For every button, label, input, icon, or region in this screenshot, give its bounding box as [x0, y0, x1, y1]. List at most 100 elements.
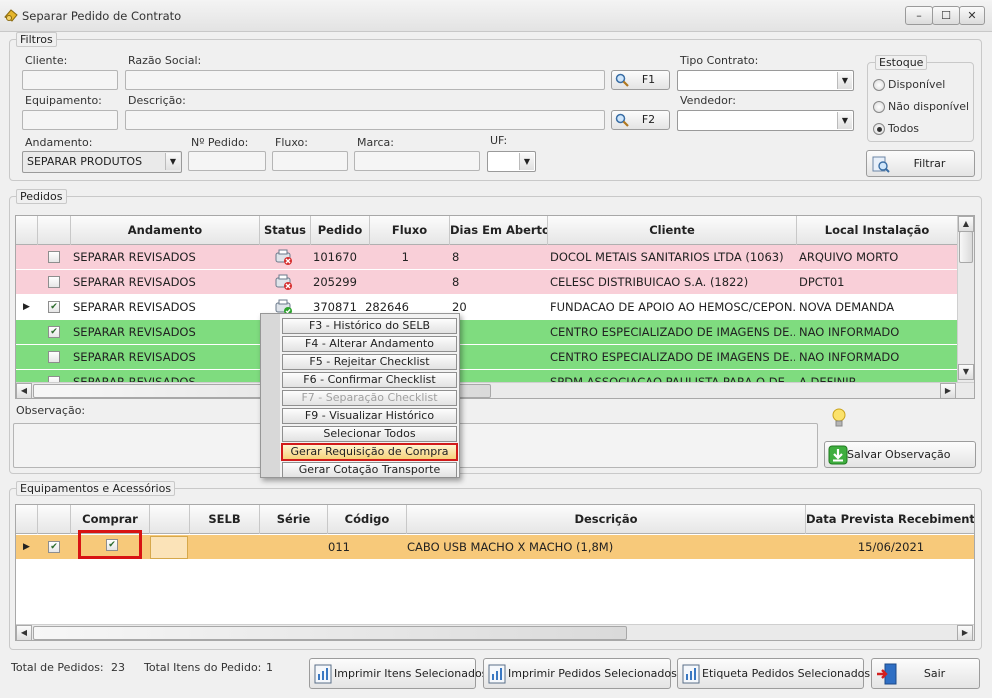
chevron-down-icon: ▼ [837, 72, 852, 89]
menu-item[interactable]: F5 - Rejeitar Checklist [282, 354, 457, 370]
pedidos-vscroll[interactable]: ▲ ▼ [957, 216, 974, 382]
todos-label: Todos [888, 122, 920, 135]
menu-item[interactable]: F3 - Histórico do SELB [282, 318, 457, 334]
scroll-right-icon[interactable]: ▶ [940, 383, 956, 398]
equipamentos-hscroll[interactable]: ◀ ▶ [16, 624, 974, 640]
col-codigo[interactable]: Código [328, 505, 407, 534]
scroll-down-icon[interactable]: ▼ [958, 364, 974, 380]
menu-item[interactable]: Selecionar Todos [282, 426, 457, 442]
imprimir-itens-button[interactable]: Imprimir Itens Selecionados [309, 658, 487, 689]
menu-item[interactable]: F6 - Confirmar Checklist [282, 372, 457, 388]
imprimir-pedidos-button[interactable]: Imprimir Pedidos Selecionados [483, 658, 677, 689]
status-icon[interactable] [274, 273, 294, 293]
descricao-label: Descrição: [128, 94, 186, 107]
scroll-left-icon[interactable]: ◀ [16, 625, 32, 640]
estoque-todos[interactable]: Todos [873, 122, 919, 135]
row-checkbox[interactable]: ✔ [48, 301, 60, 313]
tipo-contrato-label: Tipo Contrato: [680, 54, 759, 67]
total-itens-value: 1 [266, 661, 273, 674]
col-status[interactable]: Status [260, 216, 311, 245]
radio-icon [873, 79, 885, 91]
menu-item[interactable]: Gerar Cotação Transporte [282, 462, 457, 478]
total-pedidos-label: Total de Pedidos: [11, 661, 104, 674]
table-row[interactable]: ▶ ✔ 011 CABO USB MACHO X MACHO (1,8M) 15… [16, 535, 974, 560]
scroll-right-icon[interactable]: ▶ [957, 625, 973, 640]
data-prevista-cell: 15/06/2021 [857, 540, 925, 554]
table-row[interactable]: ✔ SEPARAR REVISADOS 0CENTRO ESPECIALIZADO … [16, 320, 957, 345]
row-checkbox[interactable] [48, 351, 60, 363]
close-button[interactable]: ✕ [959, 6, 985, 25]
row-checkbox[interactable]: ✔ [48, 326, 60, 338]
col-dias[interactable]: Dias Em Aberto [450, 216, 548, 245]
col-andamento[interactable]: Andamento [71, 216, 260, 245]
pedidos-hscroll[interactable]: ◀ ▶ [16, 382, 974, 398]
table-row[interactable]: ▶ ✔ SEPARAR REVISADOS 370871 282646 20 FUNDACA… [16, 295, 957, 320]
table-row[interactable]: SEPARAR REVISADOS 0CENTRO ESPECIALIZADO D… [16, 345, 957, 370]
table-row[interactable]: SEPARAR REVISADOS 205299 8 CELESC DISTRIBUI… [16, 270, 957, 295]
col-data-prevista[interactable]: Data Prevista Recebimento [806, 505, 974, 534]
comprar-checkbox[interactable]: ✔ [106, 539, 118, 551]
col-indicator [16, 216, 38, 245]
title-bar: Separar Pedido de Contrato – ☐ ✕ [0, 0, 992, 32]
status-icon[interactable] [274, 248, 294, 268]
col-pedido[interactable]: Pedido [311, 216, 370, 245]
minimize-button[interactable]: – [905, 6, 933, 25]
app-icon [4, 9, 18, 22]
row-checkbox[interactable] [48, 276, 60, 288]
col-descricao[interactable]: Descrição [407, 505, 806, 534]
etiqueta-button[interactable]: Etiqueta Pedidos Selecionados [677, 658, 870, 689]
scroll-up-icon[interactable]: ▲ [958, 216, 974, 232]
local-cell: NAO INFORMADO [799, 350, 900, 364]
local-cell: ARQUIVO MORTO [799, 250, 899, 264]
f2-search-button[interactable]: F2 [611, 110, 670, 130]
col-blank[interactable] [150, 505, 190, 534]
marca-input[interactable] [354, 151, 480, 171]
salvar-observacao-button[interactable]: Salvar Observação [824, 441, 976, 468]
observacao-label: Observação: [16, 404, 86, 417]
col-check[interactable] [38, 216, 71, 245]
equipamentos-grid: Comprar SELB Série Código Descrição Data… [15, 504, 975, 641]
radio-selected-icon [873, 123, 885, 135]
col-cliente[interactable]: Cliente [548, 216, 797, 245]
filtrar-button[interactable]: Filtrar [866, 150, 975, 177]
andamento-select[interactable]: SEPARAR PRODUTOS ▼ [22, 151, 182, 173]
cliente-input[interactable] [22, 70, 118, 90]
menu-item[interactable]: Gerar Requisição de Compra [281, 443, 458, 461]
cliente-cell: FUNDACAO DE APOIO AO HEMOSC/CEPON... [550, 300, 795, 314]
col-selb[interactable]: SELB [190, 505, 260, 534]
menu-item[interactable]: F4 - Alterar Andamento [282, 336, 457, 352]
dias-cell: 8 [452, 250, 460, 264]
row-checkbox[interactable] [48, 251, 60, 263]
razao-social-input[interactable] [125, 70, 605, 90]
tipo-contrato-select[interactable]: ▼ [677, 70, 854, 91]
descricao-input[interactable] [125, 110, 605, 130]
row-checkbox[interactable]: ✔ [48, 541, 60, 553]
col-local[interactable]: Local Instalação [797, 216, 958, 245]
scroll-thumb[interactable] [959, 231, 973, 263]
maximize-button[interactable]: ☐ [932, 6, 960, 25]
equipamento-input[interactable] [22, 110, 118, 130]
menu-item[interactable]: F9 - Visualizar Histórico [282, 408, 457, 424]
scroll-thumb[interactable] [33, 626, 627, 640]
uf-label: UF: [490, 134, 508, 147]
npedido-input[interactable] [188, 151, 266, 171]
f1-search-button[interactable]: F1 [611, 70, 670, 90]
npedido-label: Nº Pedido: [191, 136, 249, 149]
col-fluxo[interactable]: Fluxo [370, 216, 450, 245]
uf-select[interactable]: ▼ [487, 151, 536, 172]
row-pointer-icon: ▶ [23, 542, 30, 552]
selb-edit-cell[interactable] [150, 536, 188, 559]
col-check[interactable] [38, 505, 71, 534]
scroll-left-icon[interactable]: ◀ [16, 383, 32, 398]
vendedor-select[interactable]: ▼ [677, 110, 854, 131]
fluxo-input[interactable] [272, 151, 348, 171]
menu-item[interactable]: F7 - Separação Checklist [282, 390, 457, 406]
table-row[interactable]: SEPARAR REVISADOS 101670 1 8 DOCOL METAIS SA… [16, 245, 957, 270]
context-menu: F3 - Histórico do SELB F4 - Alterar Andam… [260, 313, 460, 478]
estoque-disponivel[interactable]: Disponível [873, 78, 945, 91]
row-pointer-icon: ▶ [23, 302, 30, 312]
col-serie[interactable]: Série [260, 505, 328, 534]
estoque-nao-disponivel[interactable]: Não disponível [873, 100, 969, 113]
cliente-cell: CELESC DISTRIBUICAO S.A. (1822) [550, 275, 749, 289]
sair-button[interactable]: Sair [871, 658, 980, 689]
